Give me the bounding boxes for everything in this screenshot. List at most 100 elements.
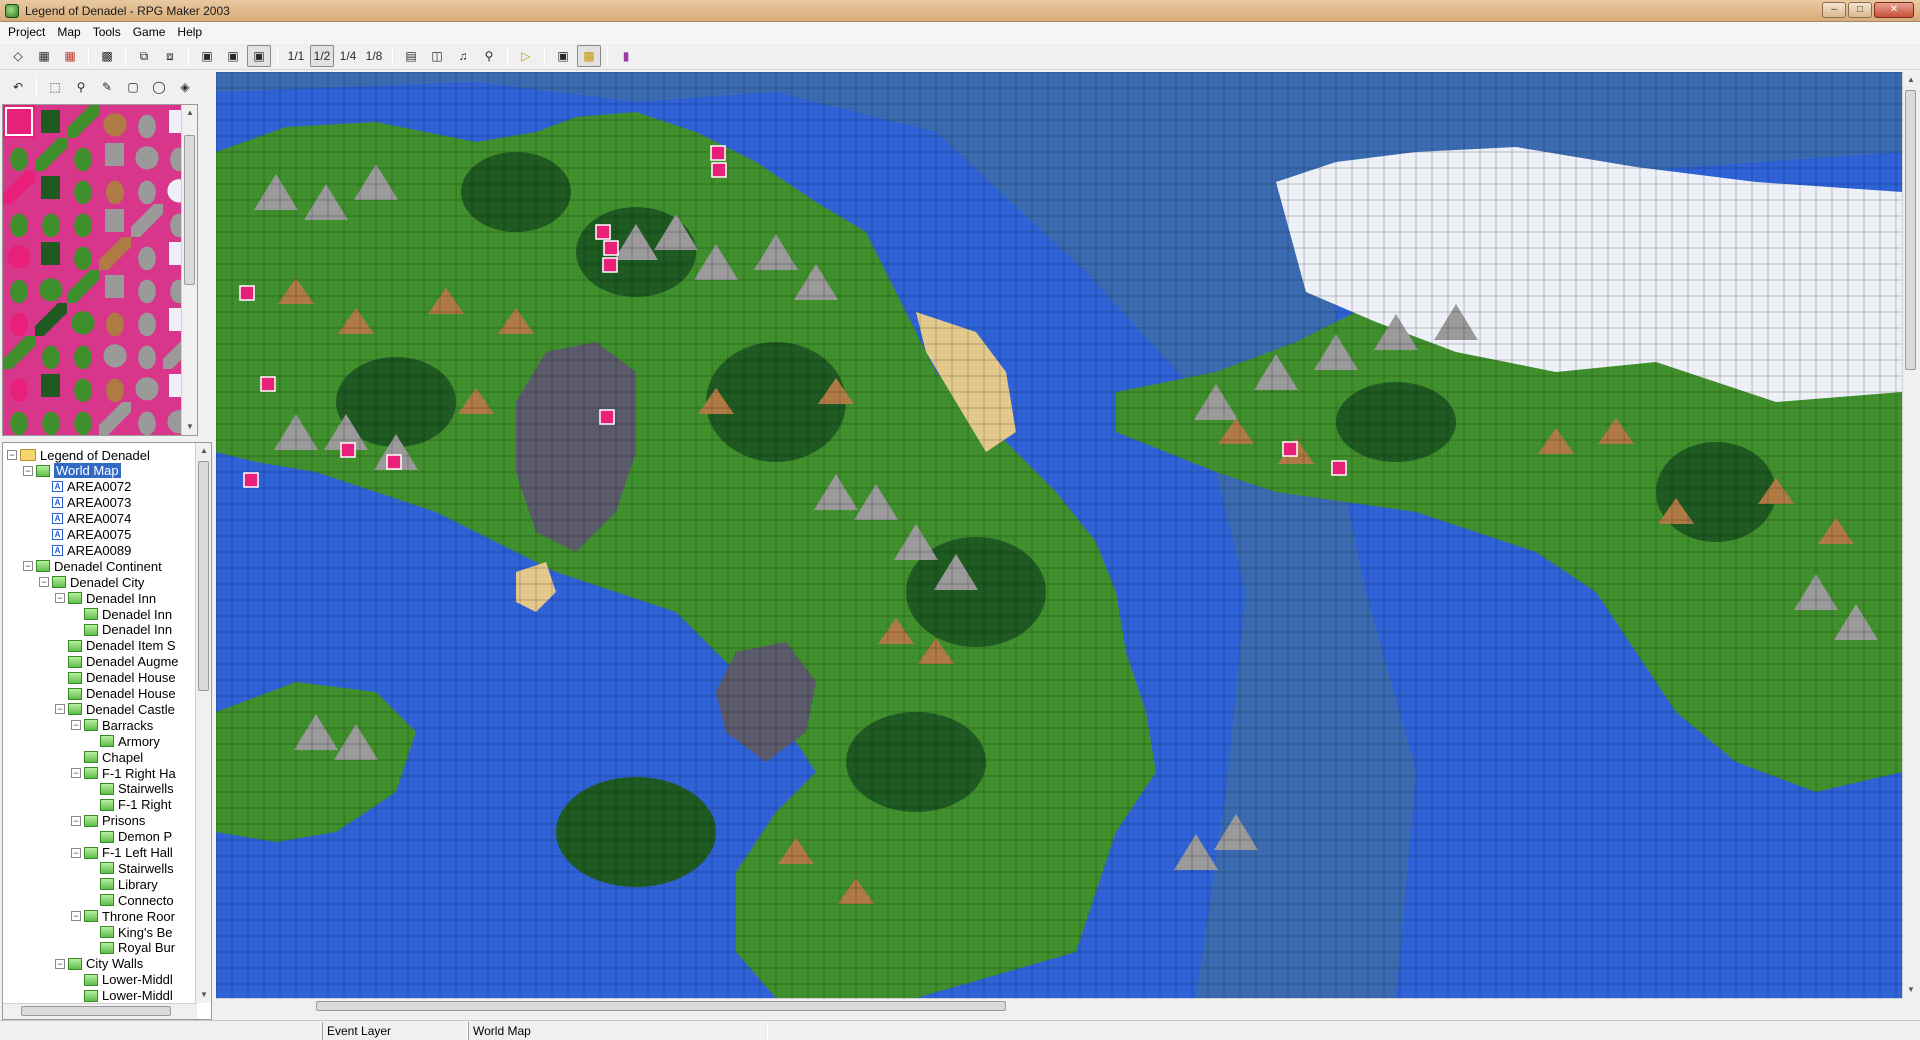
- tree-item[interactable]: A AREA0073: [39, 495, 131, 511]
- select-icon[interactable]: ⬚: [43, 76, 67, 98]
- import-icon[interactable]: ⧈: [158, 45, 182, 67]
- tree-item[interactable]: Stairwells: [87, 860, 174, 876]
- zoom-1-2-button[interactable]: 1/2: [310, 45, 334, 67]
- tile[interactable]: [131, 369, 163, 402]
- minimize-icon[interactable]: –: [1822, 2, 1846, 18]
- scroll-thumb[interactable]: [316, 1001, 1006, 1011]
- map-canvas-area[interactable]: [216, 72, 1902, 998]
- upper-layer-icon[interactable]: ▣: [221, 45, 245, 67]
- rectangle-icon[interactable]: ▢: [121, 76, 145, 98]
- tree-item[interactable]: A AREA0089: [39, 542, 131, 558]
- zoom-1-8-button[interactable]: 1/8: [362, 45, 386, 67]
- tile[interactable]: [99, 204, 131, 237]
- menu-map[interactable]: Map: [53, 25, 88, 39]
- tile[interactable]: [99, 171, 131, 204]
- tree-item[interactable]: − Barracks: [71, 717, 153, 733]
- tree-expander-icon[interactable]: −: [71, 911, 81, 922]
- tile[interactable]: [131, 204, 163, 237]
- save-icon[interactable]: ▩: [95, 45, 119, 67]
- tile[interactable]: [3, 336, 35, 369]
- tree-item[interactable]: A AREA0075: [39, 527, 131, 543]
- tree-scrollbar[interactable]: ▲ ▼: [195, 443, 211, 1003]
- menu-game[interactable]: Game: [129, 25, 174, 39]
- tile[interactable]: [67, 336, 99, 369]
- world-map-canvas[interactable]: [216, 72, 1902, 998]
- tile[interactable]: [35, 138, 67, 171]
- tree-expander-icon[interactable]: −: [39, 577, 49, 588]
- scroll-down-icon[interactable]: ▼: [1903, 982, 1919, 998]
- maximize-icon[interactable]: □: [1848, 2, 1872, 18]
- sound-test-icon[interactable]: ♫: [451, 45, 475, 67]
- scroll-thumb[interactable]: [1905, 90, 1916, 370]
- tile[interactable]: [35, 237, 67, 270]
- tree-item[interactable]: A AREA0072: [39, 479, 131, 495]
- tree-item[interactable]: Lower-Middl: [71, 988, 173, 1004]
- tree-item[interactable]: Chapel: [71, 749, 143, 765]
- tree-item[interactable]: Royal Bur: [87, 940, 175, 956]
- tile[interactable]: [99, 270, 131, 303]
- menu-help[interactable]: Help: [173, 25, 210, 39]
- tree-item[interactable]: A AREA0074: [39, 511, 131, 527]
- tile[interactable]: [35, 369, 67, 402]
- scroll-up-icon[interactable]: ▲: [196, 443, 211, 459]
- tile[interactable]: [99, 138, 131, 171]
- tile[interactable]: [67, 270, 99, 303]
- palette-scrollbar[interactable]: ▲ ▼: [181, 105, 197, 435]
- tree-item[interactable]: − World Map: [23, 463, 121, 479]
- tile[interactable]: [99, 402, 131, 435]
- zoom-1-4-button[interactable]: 1/4: [336, 45, 360, 67]
- search-events-icon[interactable]: ⚲: [477, 45, 501, 67]
- tree-item[interactable]: F-1 Right: [87, 797, 171, 813]
- tree-item[interactable]: Denadel Item S: [55, 638, 176, 654]
- tile[interactable]: [3, 138, 35, 171]
- tree-item[interactable]: Denadel Inn: [71, 622, 172, 638]
- tile[interactable]: [35, 303, 67, 336]
- tile[interactable]: [67, 204, 99, 237]
- close-project-icon[interactable]: ▦: [58, 45, 82, 67]
- tile[interactable]: [35, 171, 67, 204]
- tile[interactable]: [67, 402, 99, 435]
- show-title-icon[interactable]: ▩: [577, 45, 601, 67]
- fullscreen-icon[interactable]: ▣: [551, 45, 575, 67]
- scroll-down-icon[interactable]: ▼: [182, 419, 197, 435]
- tile[interactable]: [131, 237, 163, 270]
- scroll-thumb[interactable]: [21, 1006, 171, 1016]
- tree-expander-icon[interactable]: −: [23, 561, 33, 572]
- tile[interactable]: [131, 138, 163, 171]
- tile[interactable]: [99, 336, 131, 369]
- tile[interactable]: [67, 303, 99, 336]
- scroll-thumb[interactable]: [184, 135, 195, 285]
- tile[interactable]: [35, 402, 67, 435]
- tree-item[interactable]: − Legend of Denadel: [7, 447, 150, 463]
- tile[interactable]: [3, 270, 35, 303]
- zoom-icon[interactable]: ⚲: [69, 76, 93, 98]
- tile[interactable]: [3, 369, 35, 402]
- zoom-1-1-button[interactable]: 1/1: [284, 45, 308, 67]
- tile-selected[interactable]: [3, 105, 35, 138]
- tree-item[interactable]: Library: [87, 876, 158, 892]
- tile[interactable]: [35, 336, 67, 369]
- tile[interactable]: [67, 171, 99, 204]
- tile[interactable]: [131, 105, 163, 138]
- tile[interactable]: [67, 237, 99, 270]
- tile[interactable]: [131, 303, 163, 336]
- tree-expander-icon[interactable]: −: [71, 815, 81, 826]
- tree-expander-icon[interactable]: −: [55, 593, 65, 604]
- database-icon[interactable]: ▤: [399, 45, 423, 67]
- tree-item[interactable]: − Denadel Castle: [55, 701, 175, 717]
- tile[interactable]: [35, 204, 67, 237]
- tile[interactable]: [99, 369, 131, 402]
- close-icon[interactable]: ✕: [1874, 2, 1914, 18]
- tree-item[interactable]: Denadel House: [55, 670, 176, 686]
- map-vscrollbar[interactable]: ▲ ▼: [1902, 72, 1918, 998]
- tree-item[interactable]: Denadel House: [55, 686, 176, 702]
- tree-item[interactable]: Stairwells: [87, 781, 174, 797]
- tree-expander-icon[interactable]: −: [71, 720, 81, 731]
- tile[interactable]: [35, 105, 67, 138]
- menu-tools[interactable]: Tools: [89, 25, 129, 39]
- tree-expander-icon[interactable]: −: [7, 450, 17, 460]
- tile[interactable]: [67, 105, 99, 138]
- scroll-down-icon[interactable]: ▼: [196, 987, 211, 1003]
- tree-item[interactable]: − City Walls: [55, 956, 143, 972]
- tree-item[interactable]: Demon P: [87, 829, 172, 845]
